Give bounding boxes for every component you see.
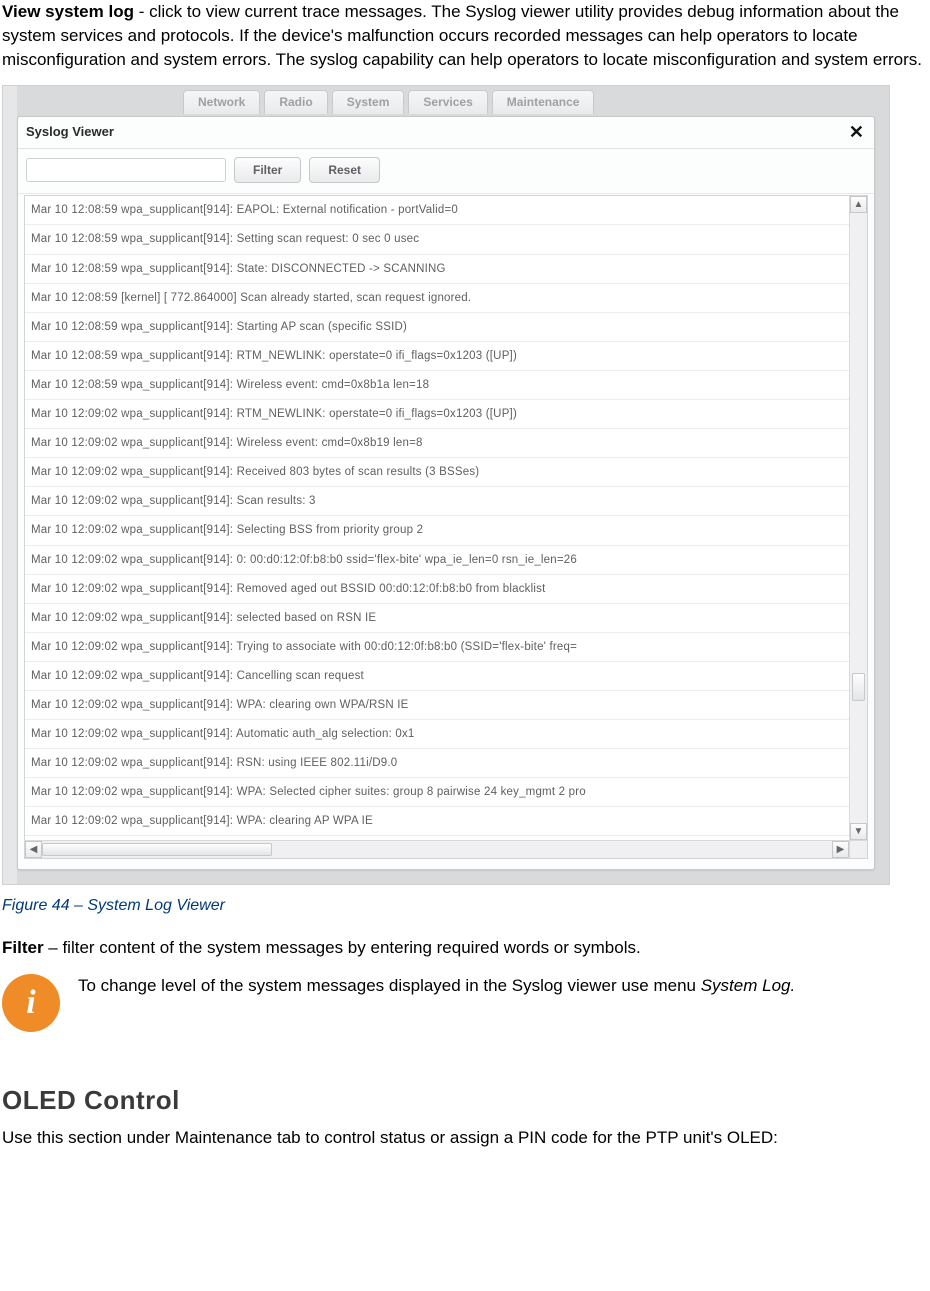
- filter-paragraph: Filter – filter content of the system me…: [2, 936, 928, 960]
- log-line: Mar 10 12:09:02 wpa_supplicant[914]: Sel…: [25, 516, 849, 545]
- horizontal-scroll-track[interactable]: [42, 841, 832, 858]
- log-line: Mar 10 12:09:02 wpa_supplicant[914]: RTM…: [25, 400, 849, 429]
- tab-system[interactable]: System: [332, 90, 405, 114]
- tab-services[interactable]: Services: [408, 90, 487, 114]
- intro-paragraph: View system log - click to view current …: [2, 0, 928, 71]
- log-line: Mar 10 12:09:02 wpa_supplicant[914]: Sca…: [25, 487, 849, 516]
- filter-lead: Filter: [2, 938, 44, 957]
- log-line: Mar 10 12:09:02 wpa_supplicant[914]: RSN…: [25, 749, 849, 778]
- vertical-scroll-thumb[interactable]: [852, 673, 865, 701]
- log-lines: Mar 10 12:08:59 wpa_supplicant[914]: EAP…: [25, 196, 849, 840]
- log-line: Mar 10 12:09:02 wpa_supplicant[914]: Rem…: [25, 575, 849, 604]
- horizontal-scrollbar[interactable]: ◀ ▶: [25, 840, 849, 858]
- panel-title: Syslog Viewer: [26, 123, 114, 141]
- syslog-panel: Syslog Viewer ✕ Filter Reset Mar 10 12:0…: [17, 116, 875, 870]
- log-line: Mar 10 12:09:02 wpa_supplicant[914]: sel…: [25, 604, 849, 633]
- top-tabbar: Network Radio System Services Maintenanc…: [183, 90, 594, 114]
- syslog-screenshot: Network Radio System Services Maintenanc…: [2, 85, 890, 885]
- oled-paragraph: Use this section under Maintenance tab t…: [2, 1126, 928, 1150]
- log-line: Mar 10 12:09:02 wpa_supplicant[914]: WPA…: [25, 807, 849, 836]
- scroll-up-icon[interactable]: ▲: [850, 196, 867, 213]
- panel-header: Syslog Viewer ✕: [18, 117, 874, 148]
- log-line: Mar 10 12:08:59 wpa_supplicant[914]: Set…: [25, 225, 849, 254]
- info-block: i To change level of the system messages…: [2, 974, 928, 1032]
- filter-button[interactable]: Filter: [234, 157, 301, 183]
- info-text: To change level of the system messages d…: [78, 974, 928, 998]
- tab-network[interactable]: Network: [183, 90, 260, 114]
- log-line: Mar 10 12:08:59 wpa_supplicant[914]: Wir…: [25, 371, 849, 400]
- horizontal-scroll-thumb[interactable]: [42, 843, 272, 856]
- intro-rest: - click to view current trace messages. …: [2, 2, 922, 69]
- log-line: Mar 10 12:08:59 wpa_supplicant[914]: RTM…: [25, 342, 849, 371]
- log-line: Mar 10 12:09:02 wpa_supplicant[914]: WPA…: [25, 778, 849, 807]
- info-icon: i: [2, 974, 60, 1032]
- scroll-down-icon[interactable]: ▼: [850, 823, 867, 840]
- intro-lead: View system log: [2, 2, 134, 21]
- info-text-b: System Log.: [701, 976, 796, 995]
- log-line: Mar 10 12:08:59 wpa_supplicant[914]: Sta…: [25, 255, 849, 284]
- scroll-right-icon[interactable]: ▶: [832, 841, 849, 858]
- tab-radio[interactable]: Radio: [264, 90, 327, 114]
- log-line: Mar 10 12:08:59 wpa_supplicant[914]: EAP…: [25, 196, 849, 225]
- log-line: Mar 10 12:09:02 wpa_supplicant[914]: Can…: [25, 662, 849, 691]
- filter-input[interactable]: [26, 158, 226, 182]
- vertical-scrollbar[interactable]: ▲ ▼: [849, 196, 867, 840]
- figure-caption: Figure 44 – System Log Viewer: [2, 895, 928, 917]
- scroll-corner: [849, 840, 867, 858]
- log-line: Mar 10 12:09:02 wpa_supplicant[914]: Rec…: [25, 458, 849, 487]
- log-line: Mar 10 12:09:02 wpa_supplicant[914]: Wir…: [25, 429, 849, 458]
- filter-row: Filter Reset: [18, 149, 874, 194]
- oled-heading: OLED Control: [2, 1082, 928, 1118]
- tab-maintenance[interactable]: Maintenance: [492, 90, 595, 114]
- log-line: Mar 10 12:09:02 wpa_supplicant[914]: Aut…: [25, 720, 849, 749]
- close-icon[interactable]: ✕: [849, 125, 864, 139]
- log-area: Mar 10 12:08:59 wpa_supplicant[914]: EAP…: [24, 195, 868, 859]
- log-line: Mar 10 12:08:59 [kernel] [ 772.864000] S…: [25, 284, 849, 313]
- reset-button[interactable]: Reset: [309, 157, 380, 183]
- log-line: Mar 10 12:08:59 wpa_supplicant[914]: Sta…: [25, 313, 849, 342]
- info-text-a: To change level of the system messages d…: [78, 976, 701, 995]
- log-line: Mar 10 12:09:02 wpa_supplicant[914]: 0: …: [25, 546, 849, 575]
- log-line: Mar 10 12:09:02 wpa_supplicant[914]: WPA…: [25, 691, 849, 720]
- sidebar-stripe: [3, 86, 17, 884]
- scroll-left-icon[interactable]: ◀: [25, 841, 42, 858]
- filter-rest: – filter content of the system messages …: [44, 938, 641, 957]
- log-line: Mar 10 12:09:02 wpa_supplicant[914]: Try…: [25, 633, 849, 662]
